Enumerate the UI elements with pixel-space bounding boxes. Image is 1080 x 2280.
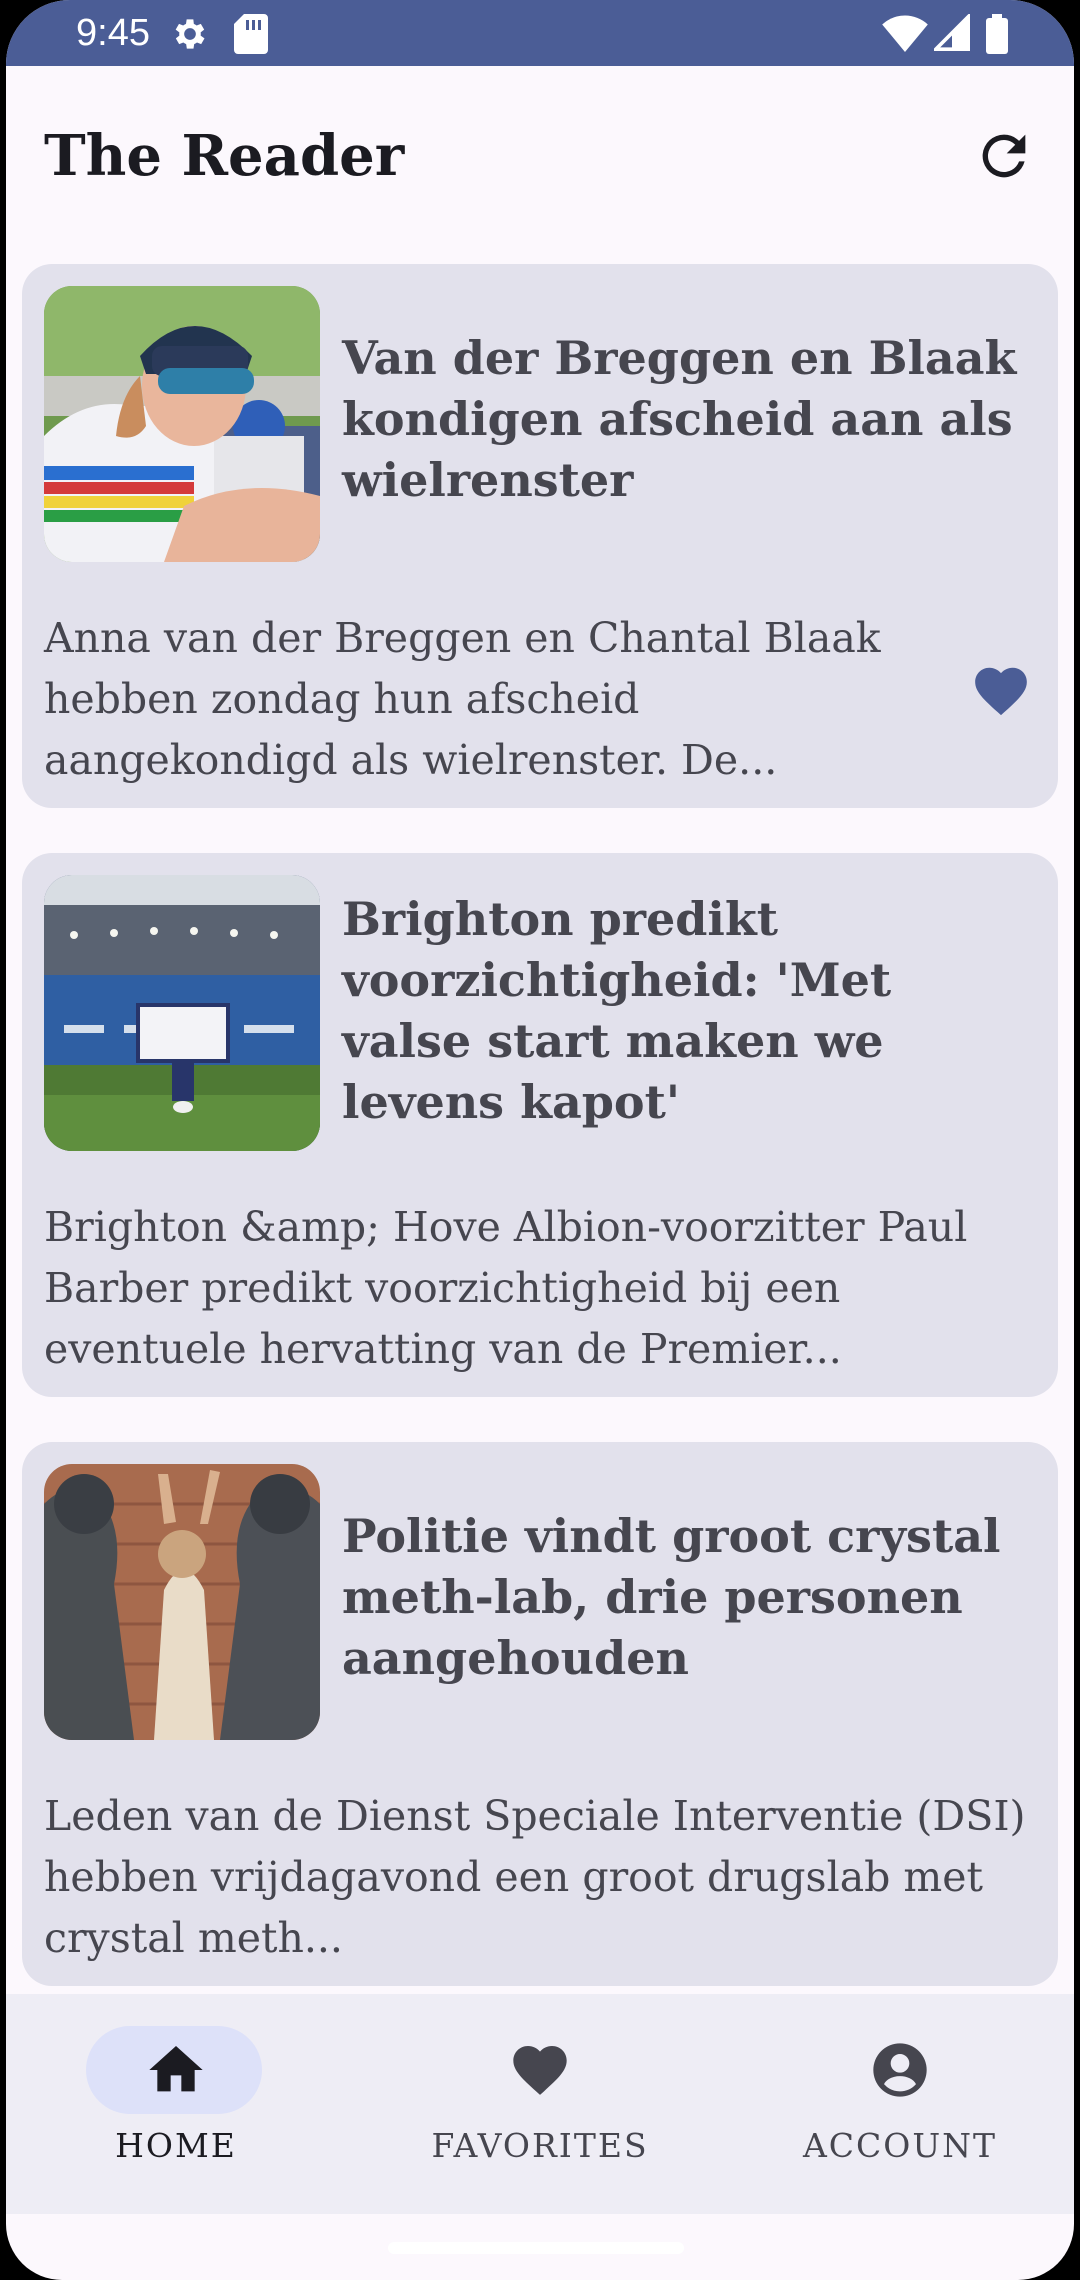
article-thumbnail — [44, 1464, 320, 1740]
nav-label: FAVORITES — [431, 2126, 649, 2165]
article-description: Brighton &amp; Hove Albion-voorzitter Pa… — [44, 1203, 968, 1373]
article-card[interactable]: Van der Breggen en Blaak kondigen afsche… — [22, 264, 1058, 808]
gesture-navigation-bar[interactable] — [388, 2242, 684, 2254]
article-title: Brighton predikt voorzichtigheid: 'Met v… — [342, 892, 892, 1129]
status-bar: 9:45 — [6, 0, 1074, 66]
bottom-navigation: HOME FAVORITES ACCOUNT — [6, 1994, 1074, 2214]
nav-label: HOME — [115, 2126, 237, 2165]
home-icon — [149, 2046, 203, 2092]
nav-item-home[interactable]: HOME — [6, 1994, 362, 2214]
article-thumbnail — [44, 286, 320, 562]
app-title: The Reader — [44, 123, 405, 189]
account-circle-icon — [873, 2043, 927, 2097]
wifi-icon — [882, 14, 928, 56]
article-card[interactable]: Brighton predikt voorzichtigheid: 'Met v… — [22, 853, 1058, 1397]
refresh-button[interactable] — [972, 124, 1036, 188]
signal-icon — [931, 12, 970, 56]
nav-item-favorites[interactable]: FAVORITES — [362, 1994, 718, 2214]
settings-icon — [170, 14, 210, 58]
article-description: Anna van der Breggen en Chantal Blaak he… — [44, 614, 881, 784]
nav-label: ACCOUNT — [802, 2126, 998, 2165]
article-thumbnail — [44, 875, 320, 1151]
status-time: 9:45 — [76, 12, 150, 54]
refresh-icon — [982, 134, 1026, 178]
top-app-bar: The Reader — [6, 66, 1074, 246]
app-screen: 9:45 The Reader Van der Breggen en Blaak… — [6, 0, 1074, 2280]
article-title: Politie vindt groot crystal meth-lab, dr… — [342, 1509, 1001, 1685]
heart-icon — [513, 2046, 567, 2095]
article-card[interactable]: Politie vindt groot crystal meth-lab, dr… — [22, 1442, 1058, 1986]
nav-item-account[interactable]: ACCOUNT — [718, 1994, 1074, 2214]
article-description: Leden van de Dienst Speciale Interventie… — [44, 1792, 1026, 1962]
favorite-button[interactable] — [970, 660, 1032, 722]
battery-icon — [986, 14, 1008, 58]
sim-card-icon — [234, 14, 268, 58]
article-title: Van der Breggen en Blaak kondigen afsche… — [342, 331, 1017, 507]
heart-icon — [975, 667, 1027, 716]
